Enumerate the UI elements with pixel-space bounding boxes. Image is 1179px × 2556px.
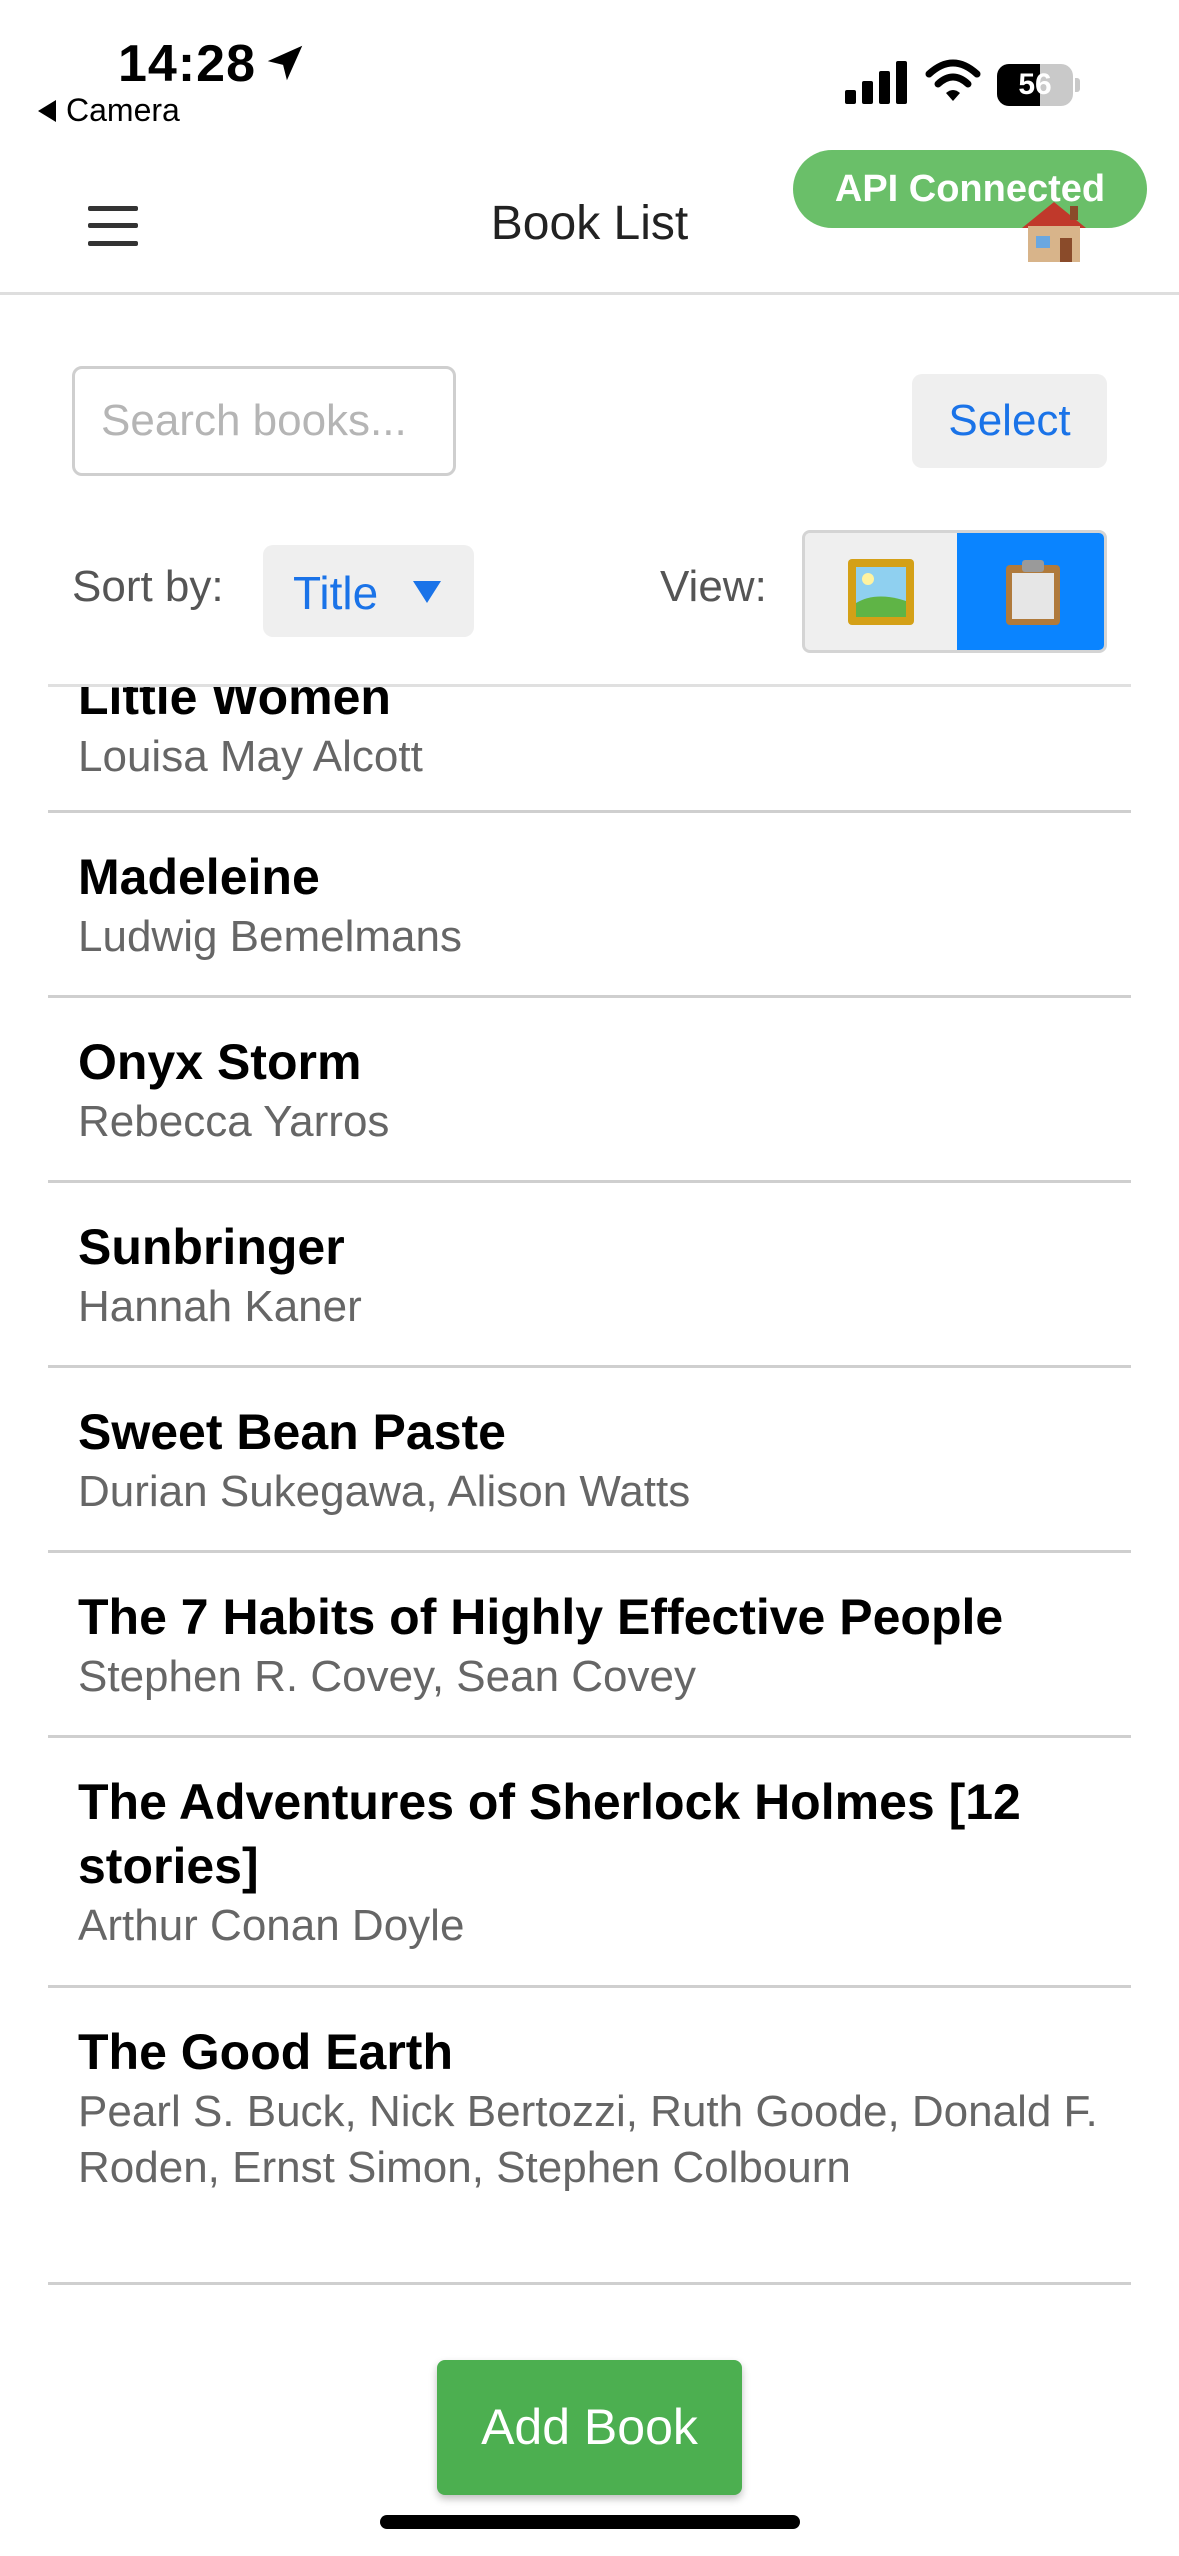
status-bar: 14:28 Camera 56 xyxy=(0,0,1179,150)
book-author: Durian Sukegawa, Alison Watts xyxy=(78,1467,691,1516)
grid-picture-icon xyxy=(848,559,914,625)
book-author: Hannah Kaner xyxy=(78,1282,362,1331)
view-grid-button[interactable] xyxy=(805,533,957,650)
api-status-badge: API Connected xyxy=(793,150,1147,228)
add-book-button[interactable]: Add Book xyxy=(437,2360,742,2495)
house-emoji-icon[interactable] xyxy=(1018,198,1090,264)
caret-down-icon xyxy=(413,581,441,603)
home-indicator xyxy=(380,2515,800,2529)
battery-level: 56 xyxy=(1018,68,1052,101)
location-arrow-icon xyxy=(267,45,303,81)
list-item[interactable]: Madeleine Ludwig Bemelmans xyxy=(48,813,1131,998)
battery-tip xyxy=(1075,78,1080,92)
nav-bar: Book List API Connected xyxy=(0,150,1179,295)
list-item[interactable]: Sunbringer Hannah Kaner xyxy=(48,1183,1131,1368)
back-to-camera-link[interactable]: Camera xyxy=(38,92,180,129)
list-item[interactable]: Little Women Louisa May Alcott xyxy=(48,684,1131,813)
battery-icon: 56 xyxy=(997,64,1080,106)
view-list-button[interactable] xyxy=(957,533,1104,650)
select-button[interactable]: Select xyxy=(912,374,1107,468)
sort-label: Sort by: xyxy=(72,562,224,611)
search-input[interactable] xyxy=(72,366,456,476)
battery-body: 56 xyxy=(997,64,1073,106)
book-title: The Good Earth xyxy=(78,2024,453,2080)
book-title: Sunbringer xyxy=(78,1219,345,1275)
view-toggle xyxy=(802,530,1107,653)
book-title: The Adventures of Sherlock Holmes [12 st… xyxy=(78,1774,1021,1894)
back-triangle-icon xyxy=(38,99,56,122)
sort-value: Title xyxy=(293,567,379,619)
book-title: Madeleine xyxy=(78,849,320,905)
list-item[interactable]: The Good Earth Pearl S. Buck, Nick Berto… xyxy=(48,1988,1131,2285)
wifi-icon xyxy=(925,59,981,101)
list-clipboard-icon xyxy=(1006,560,1060,625)
book-author: Ludwig Bemelmans xyxy=(78,912,462,961)
list-item[interactable]: Onyx Storm Rebecca Yarros xyxy=(48,998,1131,1183)
book-author: Arthur Conan Doyle xyxy=(78,1901,465,1950)
book-author: Rebecca Yarros xyxy=(78,1097,390,1146)
list-item[interactable]: The 7 Habits of Highly Effective People … xyxy=(48,1553,1131,1738)
list-item[interactable]: The Adventures of Sherlock Holmes [12 st… xyxy=(48,1738,1131,1988)
book-title: Onyx Storm xyxy=(78,1034,362,1090)
view-label: View: xyxy=(660,562,767,611)
list-item[interactable]: Sweet Bean Paste Durian Sukegawa, Alison… xyxy=(48,1368,1131,1553)
book-author: Pearl S. Buck, Nick Bertozzi, Ruth Goode… xyxy=(78,2087,1098,2192)
sort-dropdown[interactable]: Title xyxy=(263,545,474,637)
book-author: Louisa May Alcott xyxy=(78,732,423,781)
cellular-signal-icon xyxy=(845,61,907,104)
book-author: Stephen R. Covey, Sean Covey xyxy=(78,1652,696,1701)
book-title: The 7 Habits of Highly Effective People xyxy=(78,1589,1004,1645)
book-title: Sweet Bean Paste xyxy=(78,1404,506,1460)
status-time: 14:28 xyxy=(118,35,256,93)
book-list[interactable]: Little Women Louisa May Alcott Madeleine… xyxy=(48,684,1131,2314)
book-title: Little Women xyxy=(78,684,391,725)
back-app-label: Camera xyxy=(66,92,180,128)
